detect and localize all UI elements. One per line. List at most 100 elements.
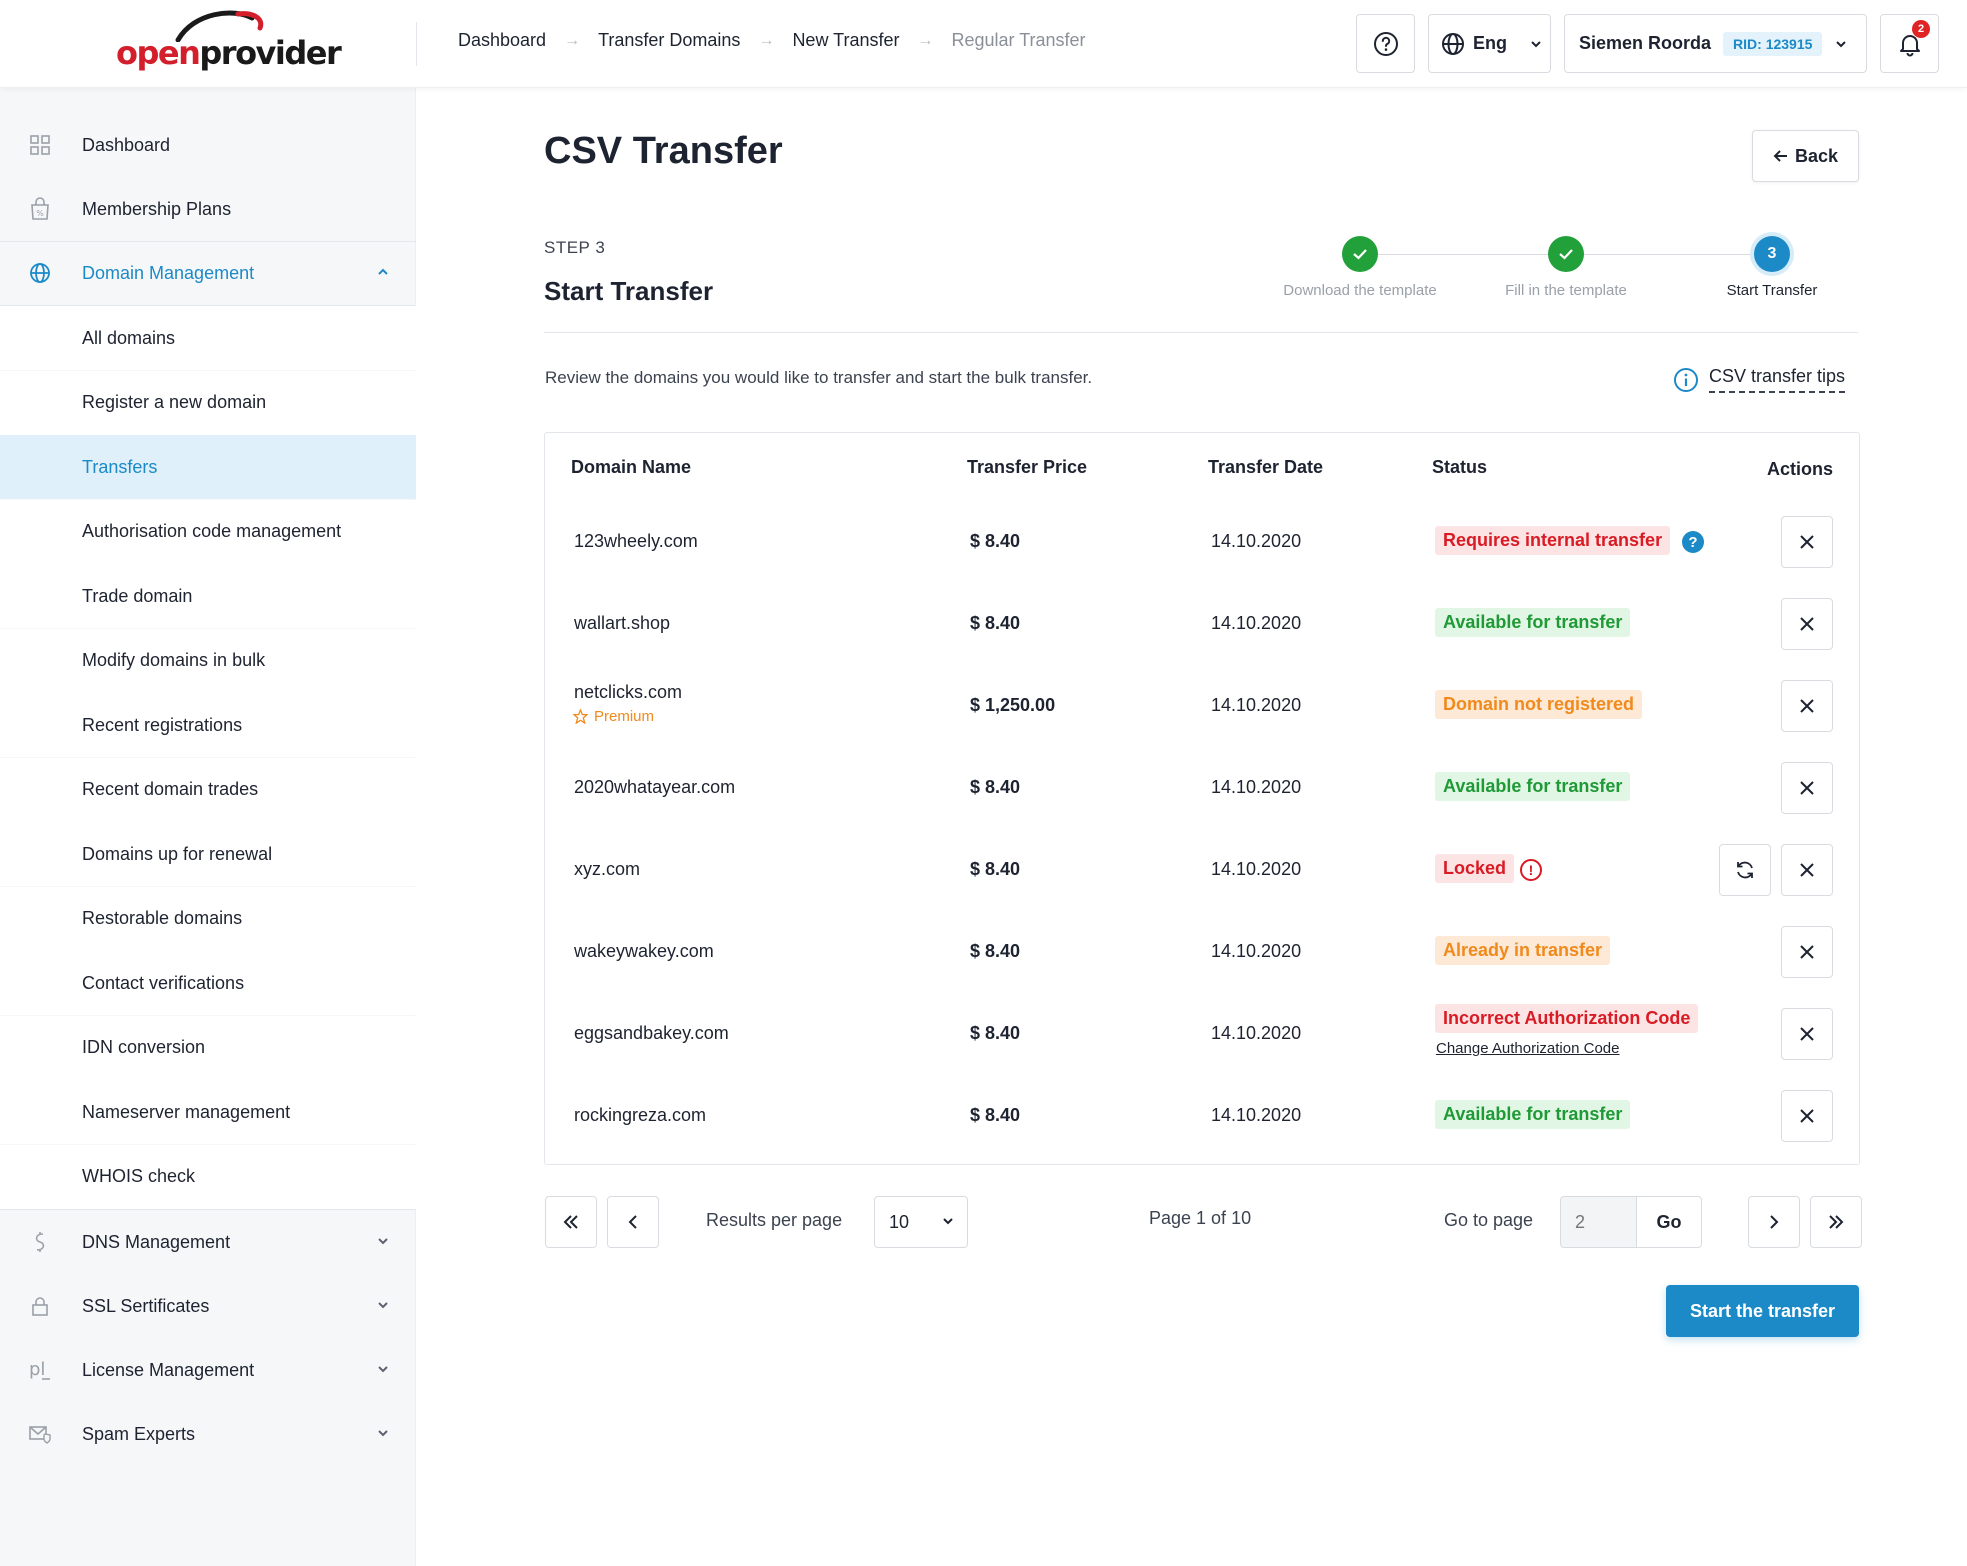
csv-transfer-tips-link[interactable]: CSV transfer tips — [1673, 366, 1846, 393]
remove-row-button[interactable] — [1781, 844, 1833, 896]
sidebar-item-label: Register a new domain — [82, 392, 267, 412]
sidebar-item-register-a-new-domain[interactable]: Register a new domain — [0, 370, 416, 435]
sidebar-item-spam-experts[interactable]: Spam Experts — [0, 1402, 416, 1466]
close-icon — [1800, 863, 1814, 877]
question-icon[interactable]: ? — [1682, 531, 1704, 553]
previous-page-button[interactable] — [607, 1196, 659, 1248]
start-transfer-button[interactable]: Start the transfer — [1666, 1285, 1859, 1337]
remove-row-button[interactable] — [1781, 680, 1833, 732]
status-badge: Requires internal transfer — [1435, 526, 1671, 555]
remove-row-button[interactable] — [1781, 1008, 1833, 1060]
mail-shield-icon — [28, 1422, 52, 1446]
step-2-complete-icon — [1548, 236, 1584, 272]
sidebar-item-label: Transfers — [82, 456, 158, 477]
user-menu[interactable]: Siemen Roorda RID: 123915 — [1564, 14, 1867, 73]
refresh-icon — [1737, 861, 1753, 879]
sidebar-item-label: Restorable domains — [82, 908, 243, 928]
sidebar-item-label: SSL Sertificates — [82, 1295, 210, 1316]
remove-row-button[interactable] — [1781, 598, 1833, 650]
stepper-connector — [1360, 254, 1566, 255]
sidebar: Dashboard % Membership Plans Domain Mana… — [0, 88, 416, 1566]
domain-name-cell: 2020whatayear.com — [574, 777, 736, 797]
sidebar-item-ssl-sertificates[interactable]: SSL Sertificates — [0, 1274, 416, 1338]
breadcrumb-regular-transfer: Regular Transfer — [951, 30, 1086, 50]
refresh-button[interactable] — [1719, 844, 1771, 896]
stepper-connector — [1566, 254, 1772, 255]
transfer-date-cell: 14.10.2020 — [1211, 1023, 1302, 1043]
sidebar-item-membership-plans[interactable]: % Membership Plans — [0, 177, 416, 241]
sidebar-item-label: WHOIS check — [82, 1166, 196, 1186]
arrow-right-icon: → — [564, 31, 581, 49]
chevron-double-right-icon — [1829, 1215, 1844, 1229]
remove-row-button[interactable] — [1781, 926, 1833, 978]
results-per-page-select[interactable]: 10 — [874, 1196, 968, 1248]
notifications-button[interactable]: 2 — [1880, 14, 1939, 73]
sidebar-item-authorisation-code-management[interactable]: Authorisation code management — [0, 499, 416, 564]
remove-row-button[interactable] — [1781, 516, 1833, 568]
sidebar-item-dashboard[interactable]: Dashboard — [0, 113, 416, 177]
openprovider-logo[interactable]: openprovider — [116, 10, 342, 76]
next-page-button[interactable] — [1748, 1196, 1800, 1248]
dns-icon — [28, 1230, 52, 1254]
sidebar-item-label: Domain Management — [82, 262, 255, 283]
sidebar-item-restorable-domains[interactable]: Restorable domains — [0, 886, 416, 951]
sidebar-item-nameserver-management[interactable]: Nameserver management — [0, 1080, 416, 1144]
language-select[interactable]: Eng — [1428, 14, 1551, 73]
premium-tag: Premium — [573, 708, 654, 725]
status-badge: Incorrect Authorization Code — [1435, 1004, 1699, 1033]
remove-row-button[interactable] — [1781, 762, 1833, 814]
arrow-right-icon: → — [917, 31, 934, 49]
breadcrumb-new-transfer[interactable]: New Transfer — [792, 30, 899, 51]
transfer-price-cell: $ 8.40 — [970, 531, 1021, 551]
sidebar-item-license-management[interactable]: pl License Management — [0, 1338, 416, 1402]
domain-name-cell: wallart.shop — [574, 613, 671, 633]
help-circle-icon — [1373, 31, 1398, 56]
help-button[interactable] — [1356, 14, 1415, 73]
change-authorization-code-link[interactable]: Change Authorization Code — [1436, 1040, 1619, 1057]
license-icon: pl — [28, 1358, 52, 1382]
column-header-date: Transfer Date — [1208, 457, 1324, 477]
sidebar-item-label: All domains — [82, 327, 176, 348]
bag-percent-icon: % — [28, 197, 52, 221]
domain-name-cell: netclicks.com — [574, 682, 683, 702]
sidebar-item-contact-verifications[interactable]: Contact verifications — [0, 951, 416, 1015]
back-label: Back — [1794, 145, 1839, 166]
sidebar-item-domain-management[interactable]: Domain Management — [0, 241, 416, 305]
sidebar-item-trade-domain[interactable]: Trade domain — [0, 564, 416, 628]
transfer-date-cell: 14.10.2020 — [1211, 859, 1302, 879]
info-icon[interactable]: ! — [1520, 859, 1542, 881]
sidebar-item-dns-management[interactable]: DNS Management — [0, 1210, 416, 1274]
sidebar-item-domains-up-for-renewal[interactable]: Domains up for renewal — [0, 822, 416, 886]
page-info: Page 1 of 10 — [1149, 1208, 1252, 1228]
transfer-date-cell: 14.10.2020 — [1211, 777, 1302, 797]
sidebar-item-whois-check[interactable]: WHOIS check — [0, 1144, 416, 1209]
sidebar-item-recent-domain-trades[interactable]: Recent domain trades — [0, 757, 416, 822]
go-button[interactable]: Go — [1636, 1196, 1702, 1248]
step-3-current: 3 — [1754, 236, 1790, 272]
breadcrumb-transfer-domains[interactable]: Transfer Domains — [598, 30, 740, 51]
arrow-left-icon — [1773, 150, 1787, 162]
sidebar-item-transfers[interactable]: Transfers — [0, 435, 416, 499]
sidebar-item-label: Trade domain — [82, 585, 193, 606]
step-number-label: STEP 3 — [544, 238, 606, 257]
sidebar-item-recent-registrations[interactable]: Recent registrations — [0, 693, 416, 757]
chevron-down-icon — [1836, 40, 1847, 47]
remove-row-button[interactable] — [1781, 1090, 1833, 1142]
step-3-label: Start Transfer — [1726, 282, 1818, 299]
first-page-button[interactable] — [545, 1196, 597, 1248]
tips-label: CSV transfer tips — [1709, 366, 1846, 393]
transfer-price-cell: $ 1,250.00 — [970, 695, 1056, 715]
user-name: Siemen Roorda — [1579, 33, 1712, 53]
sidebar-item-idn-conversion[interactable]: IDN conversion — [0, 1015, 416, 1080]
chevron-right-icon — [1770, 1215, 1779, 1229]
sidebar-item-all-domains[interactable]: All domains — [0, 306, 416, 370]
sidebar-item-label: Recent registrations — [82, 714, 243, 735]
sidebar-item-modify-domains-in-bulk[interactable]: Modify domains in bulk — [0, 628, 416, 693]
breadcrumb-dashboard[interactable]: Dashboard — [458, 30, 546, 51]
go-to-page-input[interactable] — [1560, 1196, 1636, 1248]
status-badge: Already in transfer — [1435, 936, 1611, 965]
results-per-page-label: Results per page — [706, 1210, 843, 1230]
last-page-button[interactable] — [1810, 1196, 1862, 1248]
status-badge: Available for transfer — [1435, 772, 1631, 801]
back-button[interactable]: Back — [1752, 130, 1859, 182]
